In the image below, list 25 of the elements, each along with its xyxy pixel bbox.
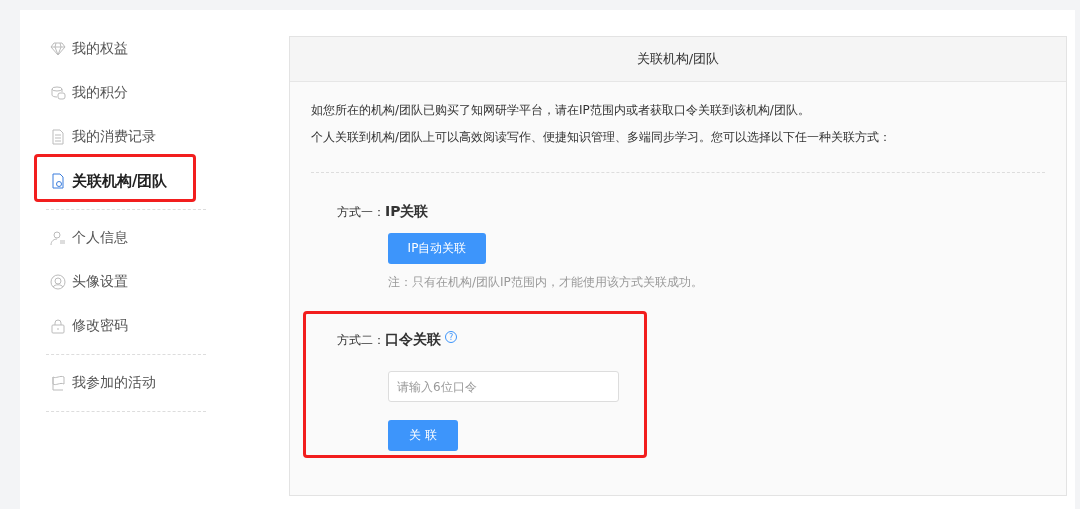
intro-text: 如您所在的机构/团队已购买了知网研学平台，请在IP范围内或者获取口令关联到该机构/团队。 [311, 102, 811, 118]
lock-icon [50, 318, 66, 334]
sidebar-item[interactable]: 个人信息 [46, 216, 196, 260]
method-label: 方式二： [337, 332, 385, 349]
sidebar-item[interactable]: 我参加的活动 [46, 361, 196, 405]
code-input-field[interactable]: 请输入6位口令 [388, 371, 619, 402]
sidebar-item[interactable]: 我的消费记录 [46, 115, 196, 159]
coins-icon [50, 85, 66, 101]
note-text: 注：只有在机构/团队IP范围内，才能使用该方式关联成功。 [388, 274, 704, 291]
method-title: IP关联 [385, 203, 429, 221]
sidebar-item[interactable]: 头像设置 [46, 260, 196, 304]
link-document-icon [50, 173, 66, 189]
sidebar-item[interactable]: 我的权益 [46, 27, 196, 71]
flag-icon [50, 375, 66, 391]
panel-title: 关联机构/团队 [290, 37, 1066, 82]
method-title: 口令关联 [385, 331, 441, 349]
intro-text: 个人关联到机构/团队上可以高效阅读写作、便捷知识管理、多端同步学习。您可以选择以下任一种关联方式： [311, 129, 893, 145]
method-label: 方式一： [337, 204, 385, 221]
sidebar-item[interactable]: 我的积分 [46, 71, 196, 115]
user-icon [50, 230, 66, 246]
sidebar-item[interactable]: 关联机构/团队 [46, 159, 196, 203]
sidebar-item[interactable]: 修改密码 [46, 304, 196, 348]
diamond-icon [50, 41, 66, 57]
document-icon [50, 129, 66, 145]
avatar-icon [50, 274, 66, 290]
